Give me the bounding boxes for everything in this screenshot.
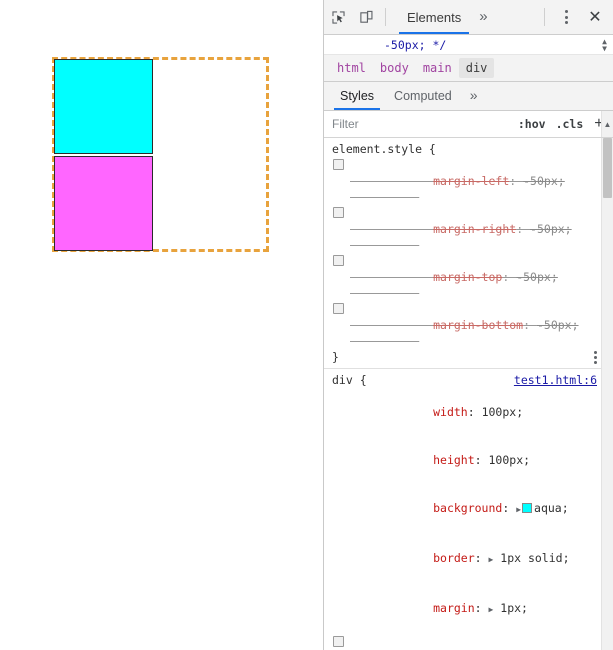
selector-element-style: element.style {: [332, 142, 436, 156]
page-viewport[interactable]: [0, 0, 324, 650]
property-width: width: [433, 405, 468, 419]
hov-toggle[interactable]: :hov: [513, 117, 551, 131]
device-toolbar-icon[interactable]: [352, 4, 380, 30]
value-background: aqua;: [534, 501, 569, 515]
devtools-toolbar: Elements » ✕: [324, 0, 613, 35]
toolbar-divider: [385, 8, 386, 26]
declaration-border[interactable]: border: ▶ 1px solid;: [332, 534, 599, 584]
declaration-width[interactable]: width: 100px;: [332, 388, 599, 436]
tab-computed[interactable]: Computed: [384, 83, 462, 110]
stepper-down-glyph: ▼: [602, 43, 607, 53]
colon-bg: :: [502, 501, 517, 515]
declaration-margin[interactable]: margin: ▶ 1px;: [332, 584, 599, 634]
property-margin-right: margin-right: [433, 222, 517, 236]
style-origin-link[interactable]: test1.html:6: [514, 372, 597, 388]
styles-scrollbar-thumb[interactable]: [603, 138, 612, 198]
inspect-element-icon[interactable]: [324, 4, 352, 30]
styles-scrollbar-track[interactable]: [601, 138, 613, 650]
value-margin-bottom: -50px;: [536, 318, 579, 332]
styles-filter-bar: :hov .cls + ◢ ▲: [324, 111, 613, 138]
background-expander-icon[interactable]: ▶: [516, 505, 521, 514]
toolbar-divider-2: [544, 8, 545, 26]
value-width: 100px;: [481, 405, 524, 419]
value-margin-right: -50px;: [530, 222, 572, 236]
close-brace-element-style: }: [332, 350, 339, 364]
cls-toggle[interactable]: .cls: [551, 117, 589, 131]
value-margin-top: -50px;: [516, 270, 558, 284]
styles-pane-tabs: Styles Computed »: [324, 82, 613, 111]
colon-2: :: [502, 270, 517, 284]
declaration-margin-left[interactable]: margin-left: -50px;: [332, 157, 599, 205]
more-tabs-icon[interactable]: »: [469, 1, 497, 34]
property-margin-left: margin-left: [433, 174, 510, 188]
value-border: 1px solid;: [500, 551, 570, 565]
colon-3: :: [523, 318, 537, 332]
styles-pane-content: element.style { margin-left: -50px; marg…: [324, 138, 613, 650]
declaration-margin-top[interactable]: margin-top: -50px;: [332, 253, 599, 301]
styles-scrollbar-up-arrow[interactable]: ▲: [601, 111, 613, 137]
property-margin-bottom: margin-bottom: [433, 318, 524, 332]
device-toolbar-glyph: [359, 10, 372, 23]
value-height: 100px;: [488, 453, 531, 467]
more-options-icon[interactable]: [553, 4, 581, 30]
tree-tail-text: -50px; */: [384, 37, 447, 52]
close-icon[interactable]: ✕: [581, 4, 609, 30]
declaration-checkbox-margin-left[interactable]: [333, 159, 344, 170]
aqua-box[interactable]: [54, 59, 153, 154]
styles-scroll-area: element.style { margin-left: -50px; marg…: [324, 138, 603, 650]
colon-0: :: [509, 174, 524, 188]
property-margin: margin: [433, 601, 475, 615]
style-rule-element-style[interactable]: element.style { margin-left: -50px; marg…: [324, 138, 603, 369]
filter-input[interactable]: [332, 117, 513, 131]
declaration-float[interactable]: float: left;: [332, 634, 599, 650]
more-options-dots: [565, 10, 569, 24]
colon-h: :: [474, 453, 489, 467]
value-margin-left: -50px;: [523, 174, 565, 188]
property-background: background: [433, 501, 503, 515]
breadcrumb: html body main div: [324, 55, 613, 82]
declaration-margin-bottom[interactable]: margin-bottom: -50px;: [332, 301, 599, 349]
devtools-window: Elements » ✕ -50px; */ ▲ ▼ html body mai…: [0, 0, 613, 650]
inspect-element-glyph: [331, 10, 345, 24]
style-rule-div-author[interactable]: test1.html:6 div { width: 100px; height:…: [324, 369, 603, 650]
colon-mg: :: [474, 601, 489, 615]
property-border: border: [433, 551, 475, 565]
colon-bd: :: [474, 551, 489, 565]
magenta-box[interactable]: [54, 156, 153, 251]
value-margin: 1px;: [500, 601, 528, 615]
tree-scrollbar-stepper[interactable]: ▲ ▼: [598, 37, 611, 52]
tab-styles[interactable]: Styles: [330, 83, 384, 110]
declaration-margin-right[interactable]: margin-right: -50px;: [332, 205, 599, 253]
devtools-panel: Elements » ✕ -50px; */ ▲ ▼ html body mai…: [324, 0, 613, 650]
breadcrumb-item-div[interactable]: div: [458, 58, 495, 78]
toolbar-right-group: ✕: [540, 4, 613, 30]
elements-tree-tail[interactable]: -50px; */ ▲ ▼: [324, 35, 613, 55]
rule-more-options-icon[interactable]: [594, 351, 597, 364]
tab-elements[interactable]: Elements: [399, 1, 470, 34]
declaration-height[interactable]: height: 100px;: [332, 436, 599, 484]
declaration-checkbox-margin-top[interactable]: [333, 255, 344, 266]
color-swatch-aqua[interactable]: [522, 503, 533, 513]
declaration-background[interactable]: background: ▶ aqua;: [332, 484, 599, 534]
declaration-checkbox-margin-bottom[interactable]: [333, 303, 344, 314]
breadcrumb-item-main[interactable]: main: [416, 58, 459, 78]
property-margin-top: margin-top: [433, 270, 503, 284]
colon-w: :: [467, 405, 482, 419]
pane-more-tabs-icon[interactable]: »: [462, 83, 486, 110]
property-height: height: [433, 453, 475, 467]
colon-1: :: [516, 222, 531, 236]
declaration-checkbox-margin-right[interactable]: [333, 207, 344, 218]
declaration-checkbox-float[interactable]: [333, 636, 344, 647]
breadcrumb-item-html[interactable]: html: [330, 58, 373, 78]
breadcrumb-item-body[interactable]: body: [373, 58, 416, 78]
